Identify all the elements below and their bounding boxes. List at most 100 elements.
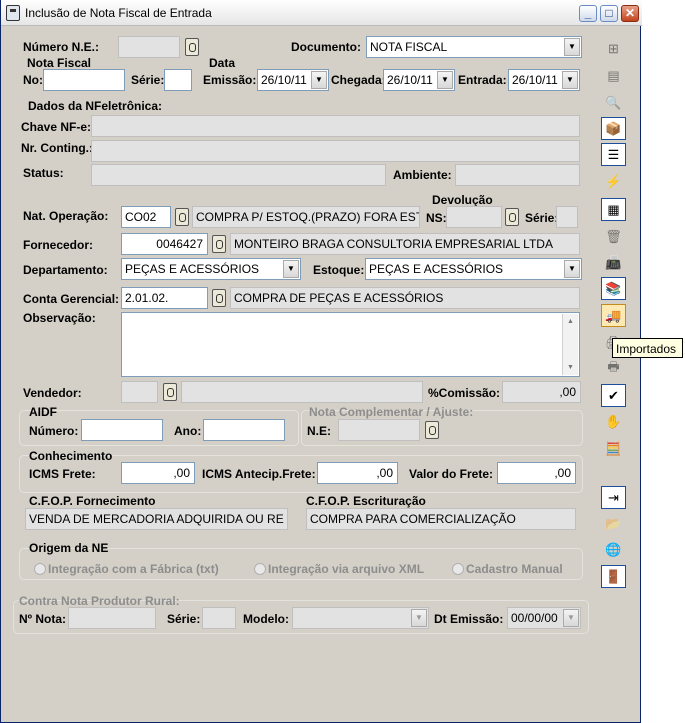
- conta-desc-field: COMPRA DE PEÇAS E ACESSÓRIOS: [230, 287, 580, 309]
- serie-field[interactable]: [164, 69, 192, 91]
- grid-arrow-icon[interactable]: ⇥: [601, 486, 626, 509]
- trash-icon[interactable]: 🗑: [601, 225, 626, 248]
- valor-frete-field[interactable]: ,00: [497, 462, 576, 484]
- hand-icon[interactable]: ✋: [601, 410, 626, 433]
- nota-fiscal-label: Nota Fiscal: [27, 56, 92, 70]
- documento-label: Documento:: [291, 40, 361, 54]
- icms-antecip-field[interactable]: ,00: [317, 462, 398, 484]
- chave-nfe-field[interactable]: [91, 115, 580, 137]
- status-label: Status:: [23, 166, 64, 180]
- serie3-label: Série:: [167, 612, 201, 626]
- chevron-down-icon[interactable]: ▼: [283, 260, 299, 278]
- close-button[interactable]: ✕: [621, 5, 639, 22]
- aidf-numero-field[interactable]: [81, 419, 163, 441]
- entrada-label: Entrada:: [458, 73, 507, 87]
- data-label: Data: [209, 56, 236, 70]
- ne-field[interactable]: [338, 419, 420, 441]
- conta-gerencial-label: Conta Gerencial:: [23, 292, 120, 306]
- app-icon: [6, 5, 20, 21]
- fornecedor-name-field: MONTEIRO BRAGA CONSULTORIA EMPRESARIAL L…: [230, 233, 580, 255]
- numero-ne-field[interactable]: [118, 36, 180, 58]
- calculator-icon[interactable]: 🧮: [601, 437, 626, 460]
- documento-select[interactable]: NOTA FISCAL ▼: [366, 36, 582, 58]
- nr-conting-label: Nr. Conting.:: [21, 141, 93, 155]
- devolucao-serie-field[interactable]: [556, 206, 578, 228]
- chevron-down-icon[interactable]: ▼: [563, 609, 579, 627]
- modelo-select[interactable]: ▼: [292, 607, 429, 629]
- chegada-value: 26/10/11: [387, 73, 433, 87]
- scroll-up-icon[interactable]: ▲: [563, 314, 578, 329]
- emissao-value: 26/10/11: [261, 73, 307, 87]
- window-title: Inclusão de Nota Fiscal de Entrada: [25, 6, 212, 20]
- departamento-select[interactable]: PEÇAS E ACESSÓRIOS ▼: [121, 258, 301, 280]
- origem-radio-xml[interactable]: [254, 563, 266, 575]
- ns-field[interactable]: [446, 206, 502, 228]
- chevron-down-icon[interactable]: ▼: [311, 71, 327, 89]
- vendedor-name-field: [181, 381, 423, 403]
- globe-icon[interactable]: 🌐: [601, 538, 626, 561]
- stack-icon[interactable]: ▦: [601, 198, 626, 221]
- chevron-down-icon[interactable]: ▼: [564, 260, 580, 278]
- lookup-icon[interactable]: [212, 289, 226, 307]
- chegada-date-field[interactable]: 26/10/11 ▼: [383, 69, 455, 91]
- origem-radio-txt[interactable]: [34, 563, 46, 575]
- modelo-label: Modelo:: [243, 612, 289, 626]
- truck-icon[interactable]: 🚚: [601, 304, 626, 327]
- scrollbar[interactable]: ▲ ▼: [562, 314, 578, 375]
- lookup-icon[interactable]: [185, 38, 199, 56]
- minimize-button[interactable]: _: [579, 5, 597, 22]
- origem-option-xml: Integração via arquivo XML: [268, 562, 425, 576]
- lookup-icon[interactable]: [212, 235, 226, 253]
- chevron-down-icon[interactable]: ▼: [437, 71, 453, 89]
- contra-nota-numero-field[interactable]: [68, 607, 156, 629]
- preview-icon[interactable]: 🔍: [601, 91, 626, 114]
- entrada-date-field[interactable]: 26/10/11 ▼: [508, 69, 580, 91]
- edit-table-icon[interactable]: ▤: [601, 64, 626, 87]
- dt-emissao-field[interactable]: 00/00/00 ▼: [507, 607, 581, 629]
- vendedor-code-field[interactable]: [121, 381, 158, 403]
- estoque-select[interactable]: PEÇAS E ACESSÓRIOS ▼: [365, 258, 582, 280]
- chevron-down-icon[interactable]: ▼: [562, 71, 578, 89]
- scroll-down-icon[interactable]: ▼: [563, 360, 578, 375]
- nr-conting-field[interactable]: [91, 140, 580, 162]
- chegada-label: Chegada:: [331, 73, 386, 87]
- insert-row-icon[interactable]: ⊞: [601, 37, 626, 60]
- comissao-label: %Comissão:: [428, 386, 501, 400]
- lookup-icon[interactable]: [163, 383, 177, 401]
- observacao-textarea[interactable]: ▲ ▼: [121, 312, 580, 377]
- aidf-ano-field[interactable]: [203, 419, 285, 441]
- contra-nota-serie-field[interactable]: [202, 607, 236, 629]
- icms-frete-label: ICMS Frete:: [29, 467, 96, 481]
- contra-nota-label: Contra Nota Produtor Rural:: [19, 594, 180, 608]
- chevron-down-icon[interactable]: ▼: [564, 38, 580, 56]
- maximize-button[interactable]: □: [600, 5, 618, 22]
- books-icon[interactable]: 📚: [601, 277, 626, 300]
- lookup-icon[interactable]: [175, 208, 189, 226]
- exit-icon[interactable]: 🚪: [601, 565, 626, 588]
- scanner-icon[interactable]: 📠: [601, 251, 626, 274]
- n-nota-label: Nº Nota:: [19, 612, 67, 626]
- lightning-icon[interactable]: ⚡: [601, 170, 626, 193]
- lookup-icon[interactable]: [425, 421, 439, 439]
- nota-complementar-label: Nota Complementar / Ajuste:: [309, 405, 474, 419]
- print-icon[interactable]: 🖶: [601, 357, 626, 380]
- valor-frete-label: Valor do Frete:: [409, 467, 494, 481]
- comissao-field[interactable]: ,00: [502, 381, 581, 403]
- chevron-down-icon[interactable]: ▼: [411, 609, 427, 627]
- nat-operacao-code-field[interactable]: CO02: [121, 206, 171, 228]
- lookup-icon[interactable]: [505, 208, 519, 226]
- open-box-icon[interactable]: 📦: [601, 117, 626, 140]
- main-window: Inclusão de Nota Fiscal de Entrada _ □ ✕…: [0, 0, 642, 723]
- icms-frete-field[interactable]: ,00: [121, 462, 195, 484]
- departamento-value: PEÇAS E ACESSÓRIOS: [125, 262, 260, 276]
- observacao-label: Observação:: [23, 311, 96, 325]
- fornecedor-code-field[interactable]: 0046427: [121, 233, 208, 255]
- folder-icon[interactable]: 📂: [601, 512, 626, 535]
- conta-code-field[interactable]: 2.01.02.: [121, 287, 208, 309]
- list-icon[interactable]: ☰: [601, 143, 626, 166]
- title-bar: Inclusão de Nota Fiscal de Entrada _ □ ✕: [1, 0, 642, 26]
- origem-radio-manual[interactable]: [452, 563, 464, 575]
- no-field[interactable]: [43, 69, 125, 91]
- emissao-date-field[interactable]: 26/10/11 ▼: [257, 69, 329, 91]
- check-icon[interactable]: ✔: [601, 384, 626, 407]
